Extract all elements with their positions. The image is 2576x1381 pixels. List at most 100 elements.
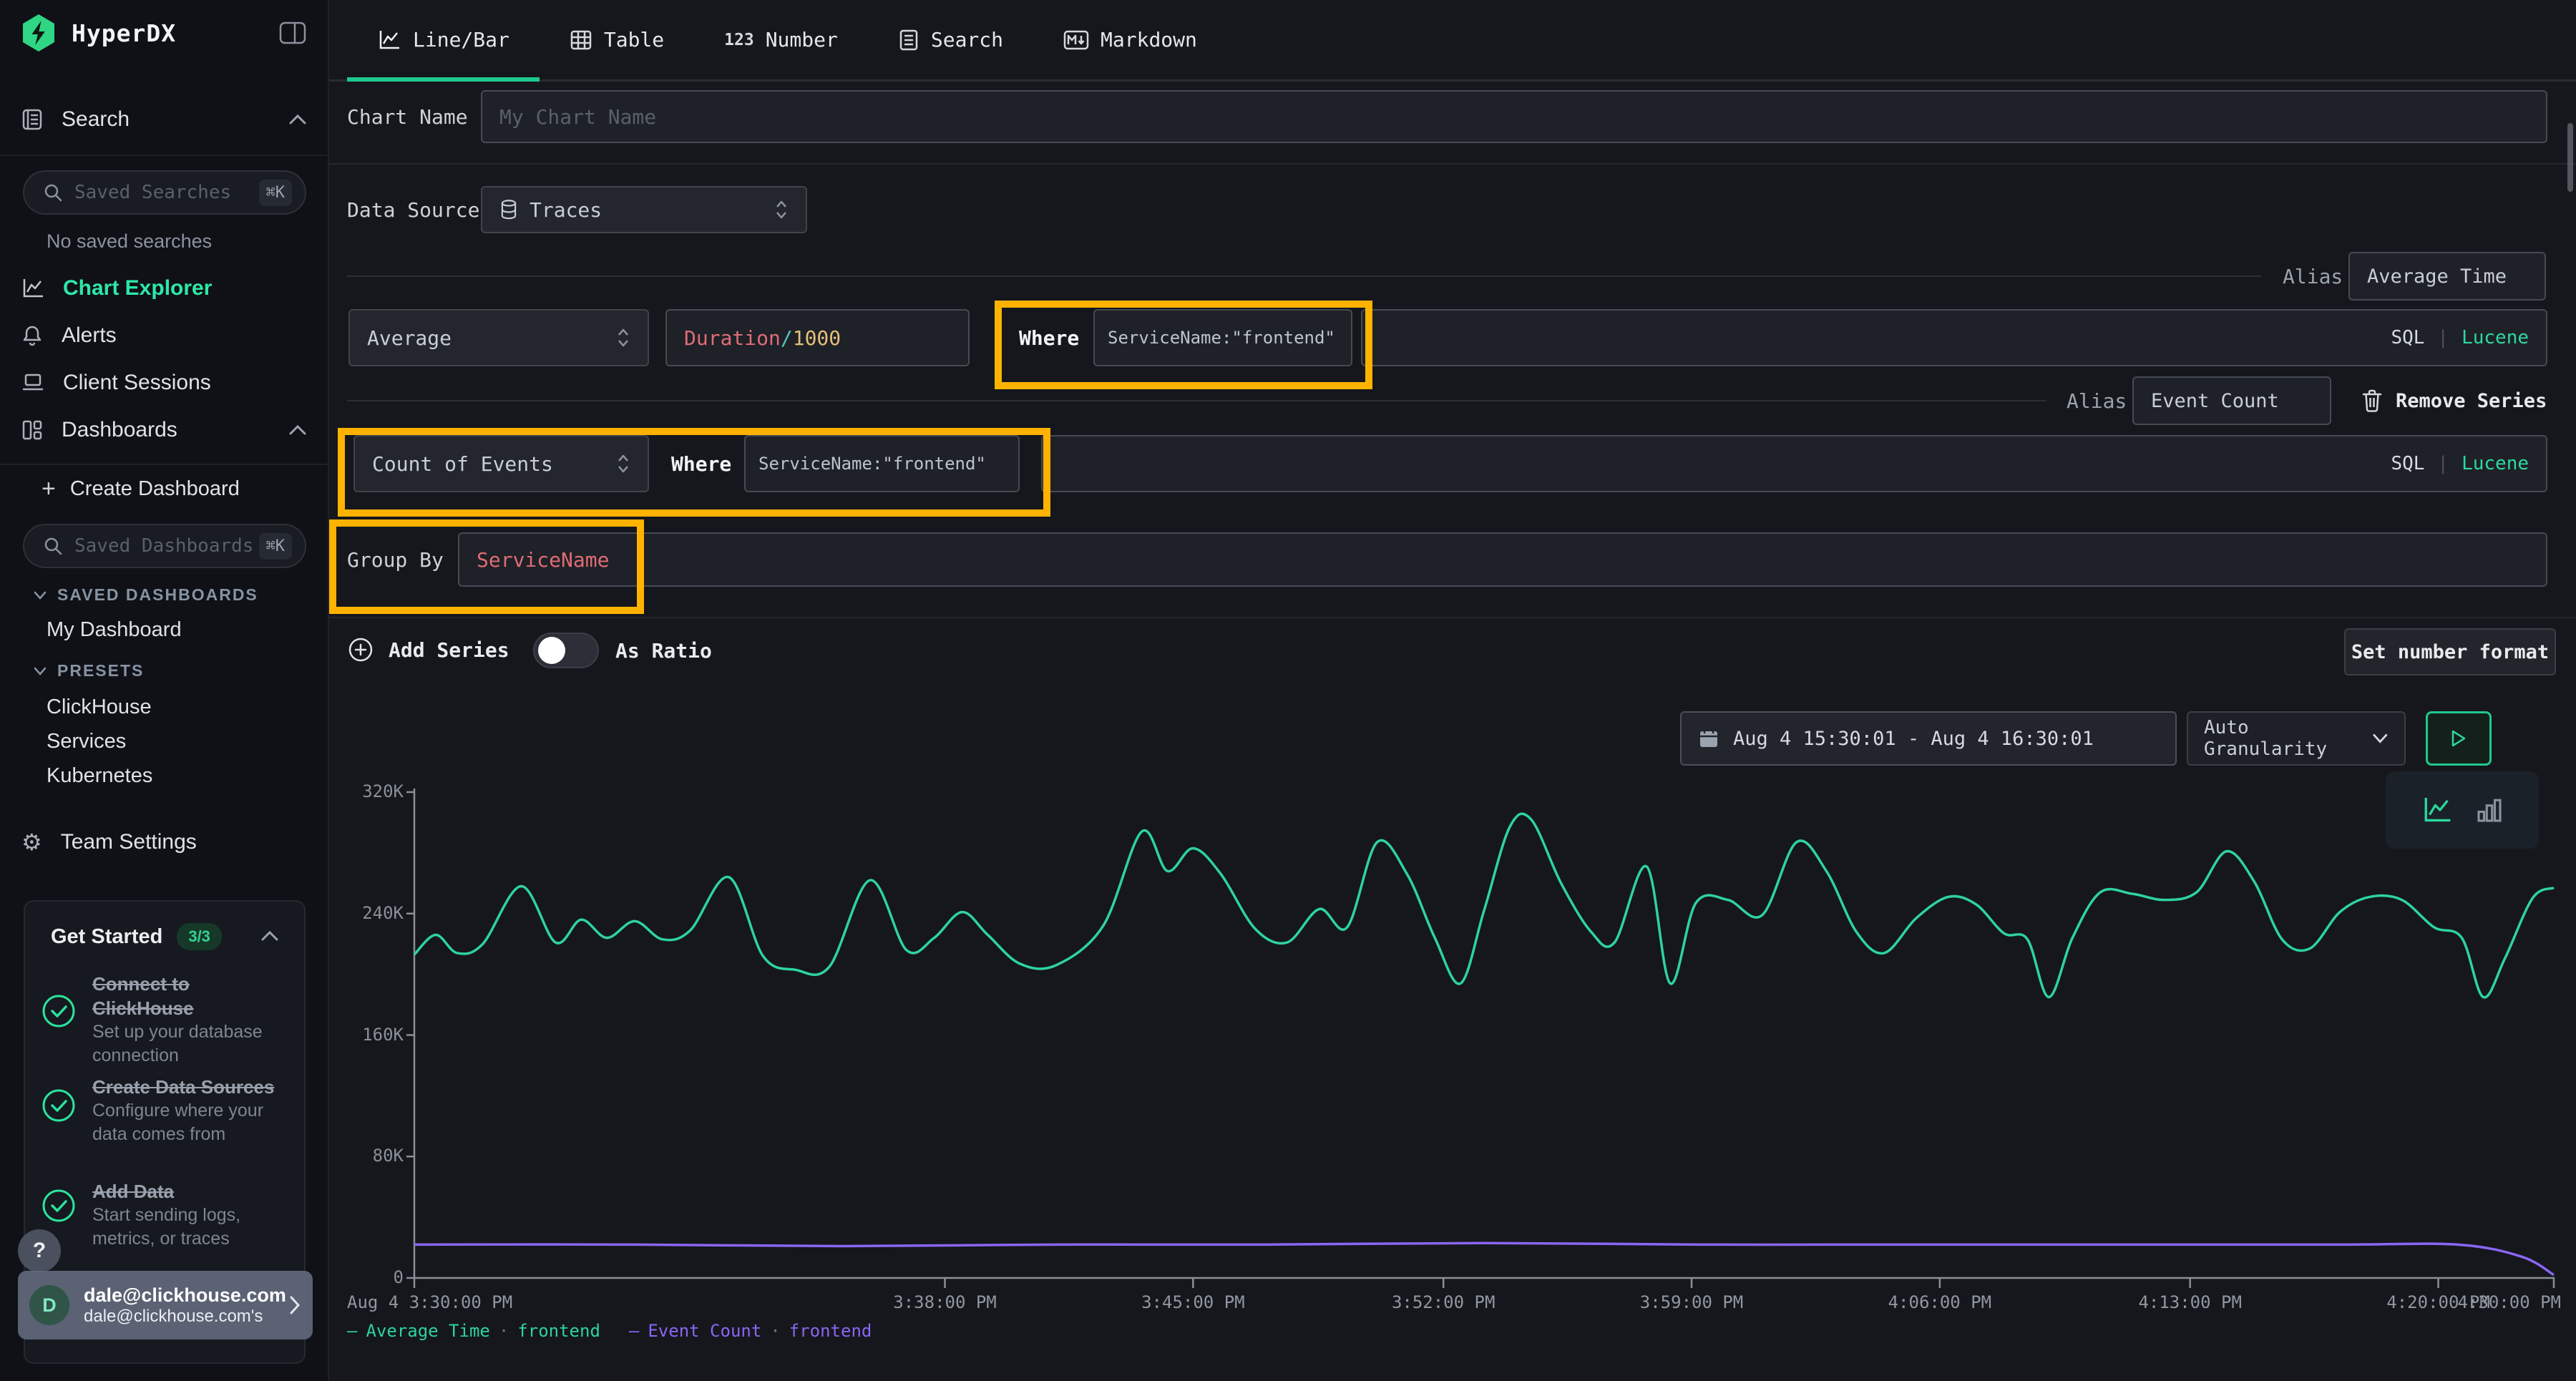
aggregation-value-2: Count of Events <box>372 452 553 476</box>
y-axis-tick-label: 0 <box>338 1267 404 1287</box>
sidebar-item-team-settings[interactable]: ⚙ Team Settings <box>21 830 197 854</box>
line-chart-type-icon[interactable] <box>2421 795 2454 825</box>
legend-dash: — <box>629 1321 639 1341</box>
task-row[interactable]: Connect to ClickHouse Set up your databa… <box>41 972 280 1068</box>
team-settings-label: Team Settings <box>61 830 197 854</box>
alias-value-1: Average Time <box>2367 265 2507 288</box>
tab-line-bar-label: Line/Bar <box>413 28 509 52</box>
get-started-title: Get Started <box>51 925 162 949</box>
user-email: dale@clickhouse.com <box>84 1284 288 1307</box>
search-icon <box>43 536 63 556</box>
saved-dashboards-input[interactable]: Saved Dashboards ⌘K <box>23 524 306 568</box>
where-input-1[interactable]: ServiceName:"frontend" <box>1093 309 1352 366</box>
lucene-toggle-1[interactable]: Lucene <box>2462 327 2529 348</box>
tab-markdown-label: Markdown <box>1101 28 1197 52</box>
sidebar-divider <box>0 464 329 465</box>
expression-input-1[interactable]: Duration/1000 <box>665 309 970 366</box>
task-title: Add Data <box>92 1179 280 1204</box>
where-label-2: Where <box>671 435 731 492</box>
legend-item[interactable]: — Average Time · frontend <box>347 1321 600 1341</box>
tab-table[interactable]: Table <box>540 0 694 79</box>
group-by-input[interactable]: ServiceName <box>458 532 2547 587</box>
chart-name-input[interactable]: My Chart Name <box>481 90 2547 143</box>
sql-toggle-1[interactable]: SQL <box>2391 327 2424 348</box>
aggregation-select-1[interactable]: Average <box>348 309 649 366</box>
brand-title: HyperDX <box>72 19 176 47</box>
run-query-button[interactable] <box>2426 711 2492 766</box>
aggregation-select-2[interactable]: Count of Events <box>353 435 649 492</box>
chart-plot[interactable] <box>414 786 2555 1279</box>
x-axis-tick-label: 3:52:00 PM <box>1336 1292 1551 1312</box>
dashboards-label: Dashboards <box>62 418 269 442</box>
data-source-select[interactable]: Traces <box>481 186 807 233</box>
lucene-toggle-2[interactable]: Lucene <box>2462 453 2529 474</box>
task-row[interactable]: Add Data Start sending logs, metrics, or… <box>41 1179 280 1251</box>
chevron-up-icon[interactable] <box>260 929 280 943</box>
help-button[interactable]: ? <box>18 1229 61 1272</box>
sidebar-item-alerts[interactable]: Alerts <box>21 323 117 348</box>
sql-toggle-2[interactable]: SQL <box>2391 453 2424 474</box>
set-number-format-button[interactable]: Set number format <box>2344 628 2556 675</box>
create-dashboard-button[interactable]: + Create Dashboard <box>42 475 240 503</box>
chevron-up-icon <box>288 112 308 127</box>
add-series-button[interactable]: Add Series <box>347 633 509 667</box>
remove-series-button[interactable]: Remove Series <box>2361 376 2547 425</box>
legend-item[interactable]: — Event Count · frontend <box>629 1321 872 1341</box>
expression-value: 1000 <box>793 326 841 350</box>
task-row[interactable]: Create Data Sources Configure where your… <box>41 1075 280 1146</box>
section-divider <box>329 163 2576 165</box>
tab-markdown[interactable]: Markdown <box>1033 0 1227 79</box>
select-updown-icon <box>616 453 630 474</box>
sidebar-item-services[interactable]: Services <box>47 730 126 753</box>
tab-line-bar[interactable]: Line/Bar <box>347 0 540 79</box>
tab-search[interactable]: Search <box>868 0 1033 79</box>
series-line-1 <box>414 1243 2554 1275</box>
check-circle-icon <box>41 993 77 1029</box>
sidebar-item-my-dashboard[interactable]: My Dashboard <box>47 618 182 642</box>
section-saved-dashboards[interactable]: SAVED DASHBOARDS <box>33 585 258 605</box>
play-icon <box>2449 728 2468 748</box>
select-updown-icon <box>616 327 630 348</box>
chevron-down-icon <box>2372 733 2389 744</box>
sidebar-item-chart-explorer[interactable]: Chart Explorer <box>21 276 212 301</box>
chevron-down-icon <box>33 666 47 676</box>
group-by-label: Group By <box>347 532 444 587</box>
where-input-2[interactable]: ServiceName:"frontend" <box>744 435 1020 492</box>
scrollbar-thumb[interactable] <box>2567 123 2573 192</box>
expression-operator: / <box>781 326 793 350</box>
as-ratio-label: As Ratio <box>615 633 712 668</box>
check-circle-icon <box>41 1088 77 1123</box>
select-updown-icon <box>774 199 789 220</box>
sidebar-item-kubernetes[interactable]: Kubernetes <box>47 764 152 788</box>
sidebar-section-search[interactable]: Search <box>21 107 308 132</box>
date-range-input[interactable]: Aug 4 15:30:01 - Aug 4 16:30:01 <box>1680 711 2177 766</box>
bar-chart-type-icon[interactable] <box>2475 796 2504 824</box>
user-subtitle: dale@clickhouse.com's <box>84 1307 288 1327</box>
sidebar-item-clickhouse[interactable]: ClickHouse <box>47 696 152 719</box>
tab-number[interactable]: 123 Number <box>694 0 868 79</box>
sidebar-item-client-sessions[interactable]: Client Sessions <box>21 371 211 395</box>
chart-type-toggle <box>2386 771 2539 849</box>
data-source-value: Traces <box>530 198 602 222</box>
section-divider <box>329 617 2576 618</box>
user-account-chip[interactable]: D dale@clickhouse.com dale@clickhouse.co… <box>18 1271 313 1339</box>
alias-label-1: Alias <box>2283 252 2343 301</box>
granularity-value: Auto Granularity <box>2204 717 2372 760</box>
alias-input-1[interactable]: Average Time <box>2348 252 2546 301</box>
get-started-header[interactable]: Get Started 3/3 <box>51 923 222 950</box>
chevron-down-icon <box>33 590 47 600</box>
x-axis-tick-label: 3:38:00 PM <box>838 1292 1053 1312</box>
saved-searches-input[interactable]: Saved Searches ⌘K <box>23 170 306 215</box>
chart-name-label: Chart Name <box>347 90 468 143</box>
sidebar-item-dashboards[interactable]: Dashboards <box>21 418 308 442</box>
sidebar-collapse-icon[interactable] <box>279 21 306 44</box>
aggregation-value-1: Average <box>367 326 452 350</box>
granularity-select[interactable]: Auto Granularity <box>2187 711 2406 766</box>
number-123-icon: 123 <box>724 31 754 49</box>
as-ratio-toggle[interactable] <box>533 633 599 668</box>
section-presets[interactable]: PRESETS <box>33 661 144 680</box>
hyperdx-logo-icon <box>20 13 57 53</box>
markdown-icon <box>1063 29 1089 51</box>
tab-number-label: Number <box>766 28 838 52</box>
alias-input-2[interactable]: Event Count <box>2132 376 2331 425</box>
